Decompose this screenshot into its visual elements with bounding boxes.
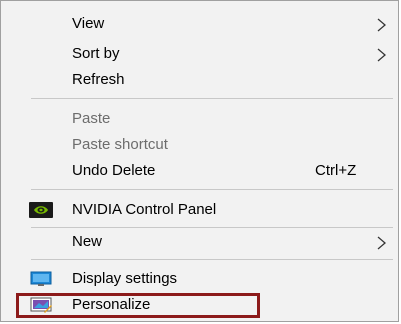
chevron-right-icon [377,236,386,250]
menu-item-paste-shortcut[interactable]: Paste shortcut [1,132,398,158]
menu-item-nvidia-label: NVIDIA Control Panel [72,201,217,218]
menu-separator [31,98,393,99]
menu-separator [31,227,393,228]
menu-separator [31,259,393,260]
menu-item-new[interactable]: New [1,229,398,255]
menu-item-sort-by-label: Sort by [72,45,120,62]
menu-item-sort-by[interactable]: Sort by [1,41,398,67]
menu-item-paste-label: Paste [72,110,111,127]
menu-item-paste[interactable]: Paste [1,106,398,132]
display-icon [30,271,52,286]
menu-separator [31,189,393,190]
menu-item-paste-shortcut-label: Paste shortcut [72,136,168,153]
menu-item-refresh[interactable]: Refresh [1,67,398,93]
menu-item-refresh-label: Refresh [72,71,125,88]
menu-item-display-settings-label: Display settings [72,270,178,287]
chevron-right-icon [377,48,386,62]
menu-item-new-label: New [72,233,103,250]
menu-item-view-label: View [72,15,105,32]
menu-item-undo-delete-label: Undo Delete [72,162,156,179]
nvidia-icon [29,202,53,218]
desktop-context-menu: View Sort by Refresh Paste Paste shortcu… [0,0,399,322]
chevron-right-icon [377,18,386,32]
menu-item-undo-delete[interactable]: Undo Delete Ctrl+Z [1,158,398,184]
menu-item-nvidia-control-panel[interactable]: NVIDIA Control Panel [1,197,398,223]
menu-item-undo-delete-shortcut: Ctrl+Z [315,162,357,179]
menu-item-display-settings[interactable]: Display settings [1,266,398,292]
personalize-highlight-box [16,293,260,318]
menu-item-view[interactable]: View [1,11,398,37]
